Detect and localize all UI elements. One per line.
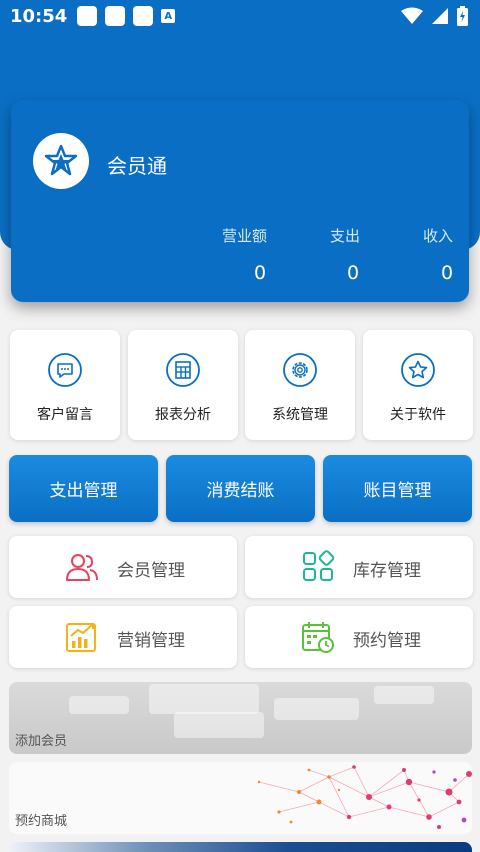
keyboard-icon: A: [161, 9, 176, 23]
notification-icon: [105, 6, 126, 26]
notification-icon: [77, 6, 98, 26]
banner-label: 添加会员: [15, 734, 68, 749]
network-illustration: [257, 765, 472, 829]
signal-icon: [432, 8, 448, 24]
marketing-management-button[interactable]: 营销管理: [9, 606, 237, 668]
expense-management-button[interactable]: 支出管理: [9, 455, 158, 522]
card-title: 会员通: [107, 154, 167, 178]
banner-label: 预约商城: [15, 814, 68, 829]
status-bar: 10:54 A: [0, 0, 480, 32]
tile-system-management[interactable]: 系统管理: [245, 330, 355, 440]
tile-label: 关于软件: [390, 407, 446, 423]
star-emblem-icon: [44, 144, 78, 176]
notification-icon: [133, 6, 154, 26]
message-icon: [48, 353, 82, 387]
banner-decoration: [274, 698, 359, 720]
revenue-label: 营业额: [222, 227, 268, 245]
income-label: 收入: [423, 227, 454, 245]
inventory-icon: [303, 550, 335, 581]
banner-decoration: [149, 684, 259, 714]
star-icon: [401, 353, 435, 387]
banner-decoration: [374, 686, 434, 704]
gear-icon: [283, 353, 317, 387]
income-value: 0: [441, 262, 454, 284]
report-icon: [166, 353, 200, 387]
system-icons: [401, 6, 468, 26]
banner-decoration: [174, 712, 264, 738]
tile-customer-messages[interactable]: 客户留言: [10, 330, 120, 440]
tile-label: 报表分析: [155, 407, 211, 423]
mgmt-label: 会员管理: [117, 561, 185, 581]
banner-decoration: [69, 696, 129, 714]
checkout-button[interactable]: 消费结账: [166, 455, 315, 522]
reservation-mall-banner[interactable]: 预约商城: [9, 762, 472, 834]
members-icon: [66, 554, 98, 581]
app-logo: [33, 133, 89, 189]
member-management-button[interactable]: 会员管理: [9, 536, 237, 598]
status-time: 10:54: [10, 5, 68, 27]
battery-icon: [457, 6, 468, 26]
tile-about-software[interactable]: 关于软件: [363, 330, 473, 440]
add-member-banner[interactable]: 添加会员: [9, 682, 472, 754]
mgmt-label: 库存管理: [353, 561, 421, 581]
revenue-value: 0: [254, 262, 267, 284]
reservation-management-button[interactable]: 预约管理: [245, 606, 473, 668]
next-banner-edge: [9, 842, 472, 852]
wifi-icon: [401, 7, 423, 24]
calendar-clock-icon: [302, 622, 334, 653]
tile-label: 系统管理: [272, 407, 328, 423]
mgmt-label: 预约管理: [353, 631, 421, 651]
mgmt-label: 营销管理: [117, 631, 185, 651]
expense-value: 0: [347, 262, 360, 284]
tile-label: 客户留言: [37, 407, 93, 423]
inventory-management-button[interactable]: 库存管理: [245, 536, 473, 598]
accounts-management-button[interactable]: 账目管理: [323, 455, 472, 522]
notification-icons: A: [77, 6, 176, 26]
expense-label: 支出: [330, 227, 361, 245]
tile-report-analysis[interactable]: 报表分析: [128, 330, 238, 440]
marketing-chart-icon: [66, 623, 96, 652]
member-card[interactable]: 会员通 营业额 支出 收入 0 0 0: [11, 100, 469, 302]
